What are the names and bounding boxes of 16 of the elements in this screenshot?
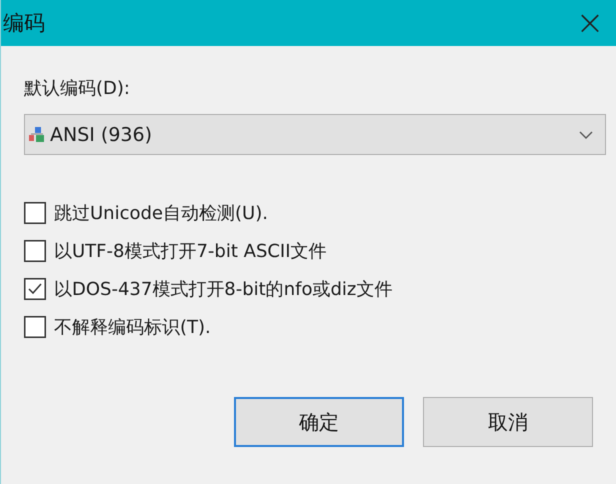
checkbox[interactable] xyxy=(24,202,46,224)
checkbox-label: 以DOS-437模式打开8-bit的nfo或diz文件 xyxy=(54,278,392,301)
chevron-icon xyxy=(579,130,593,140)
checkbox[interactable] xyxy=(24,240,46,262)
encoding-dropdown[interactable]: ANSI (936) xyxy=(24,114,606,155)
checkbox[interactable] xyxy=(24,278,46,300)
ok-button[interactable]: 确定 xyxy=(234,397,404,447)
checkbox-label: 跳过Unicode自动检测(U). xyxy=(54,202,268,225)
checkbox-label: 不解释编码标识(T). xyxy=(54,316,211,339)
field-label: 默认编码(D): xyxy=(24,77,130,100)
encoding-icon xyxy=(28,126,46,144)
checkbox[interactable] xyxy=(24,316,46,338)
window-title: 编码 xyxy=(3,10,45,37)
cancel-button[interactable]: 取消 xyxy=(423,397,593,447)
checkbox-label: 以UTF-8模式打开7-bit ASCII文件 xyxy=(54,240,327,263)
close-button[interactable]: × xyxy=(566,0,614,46)
